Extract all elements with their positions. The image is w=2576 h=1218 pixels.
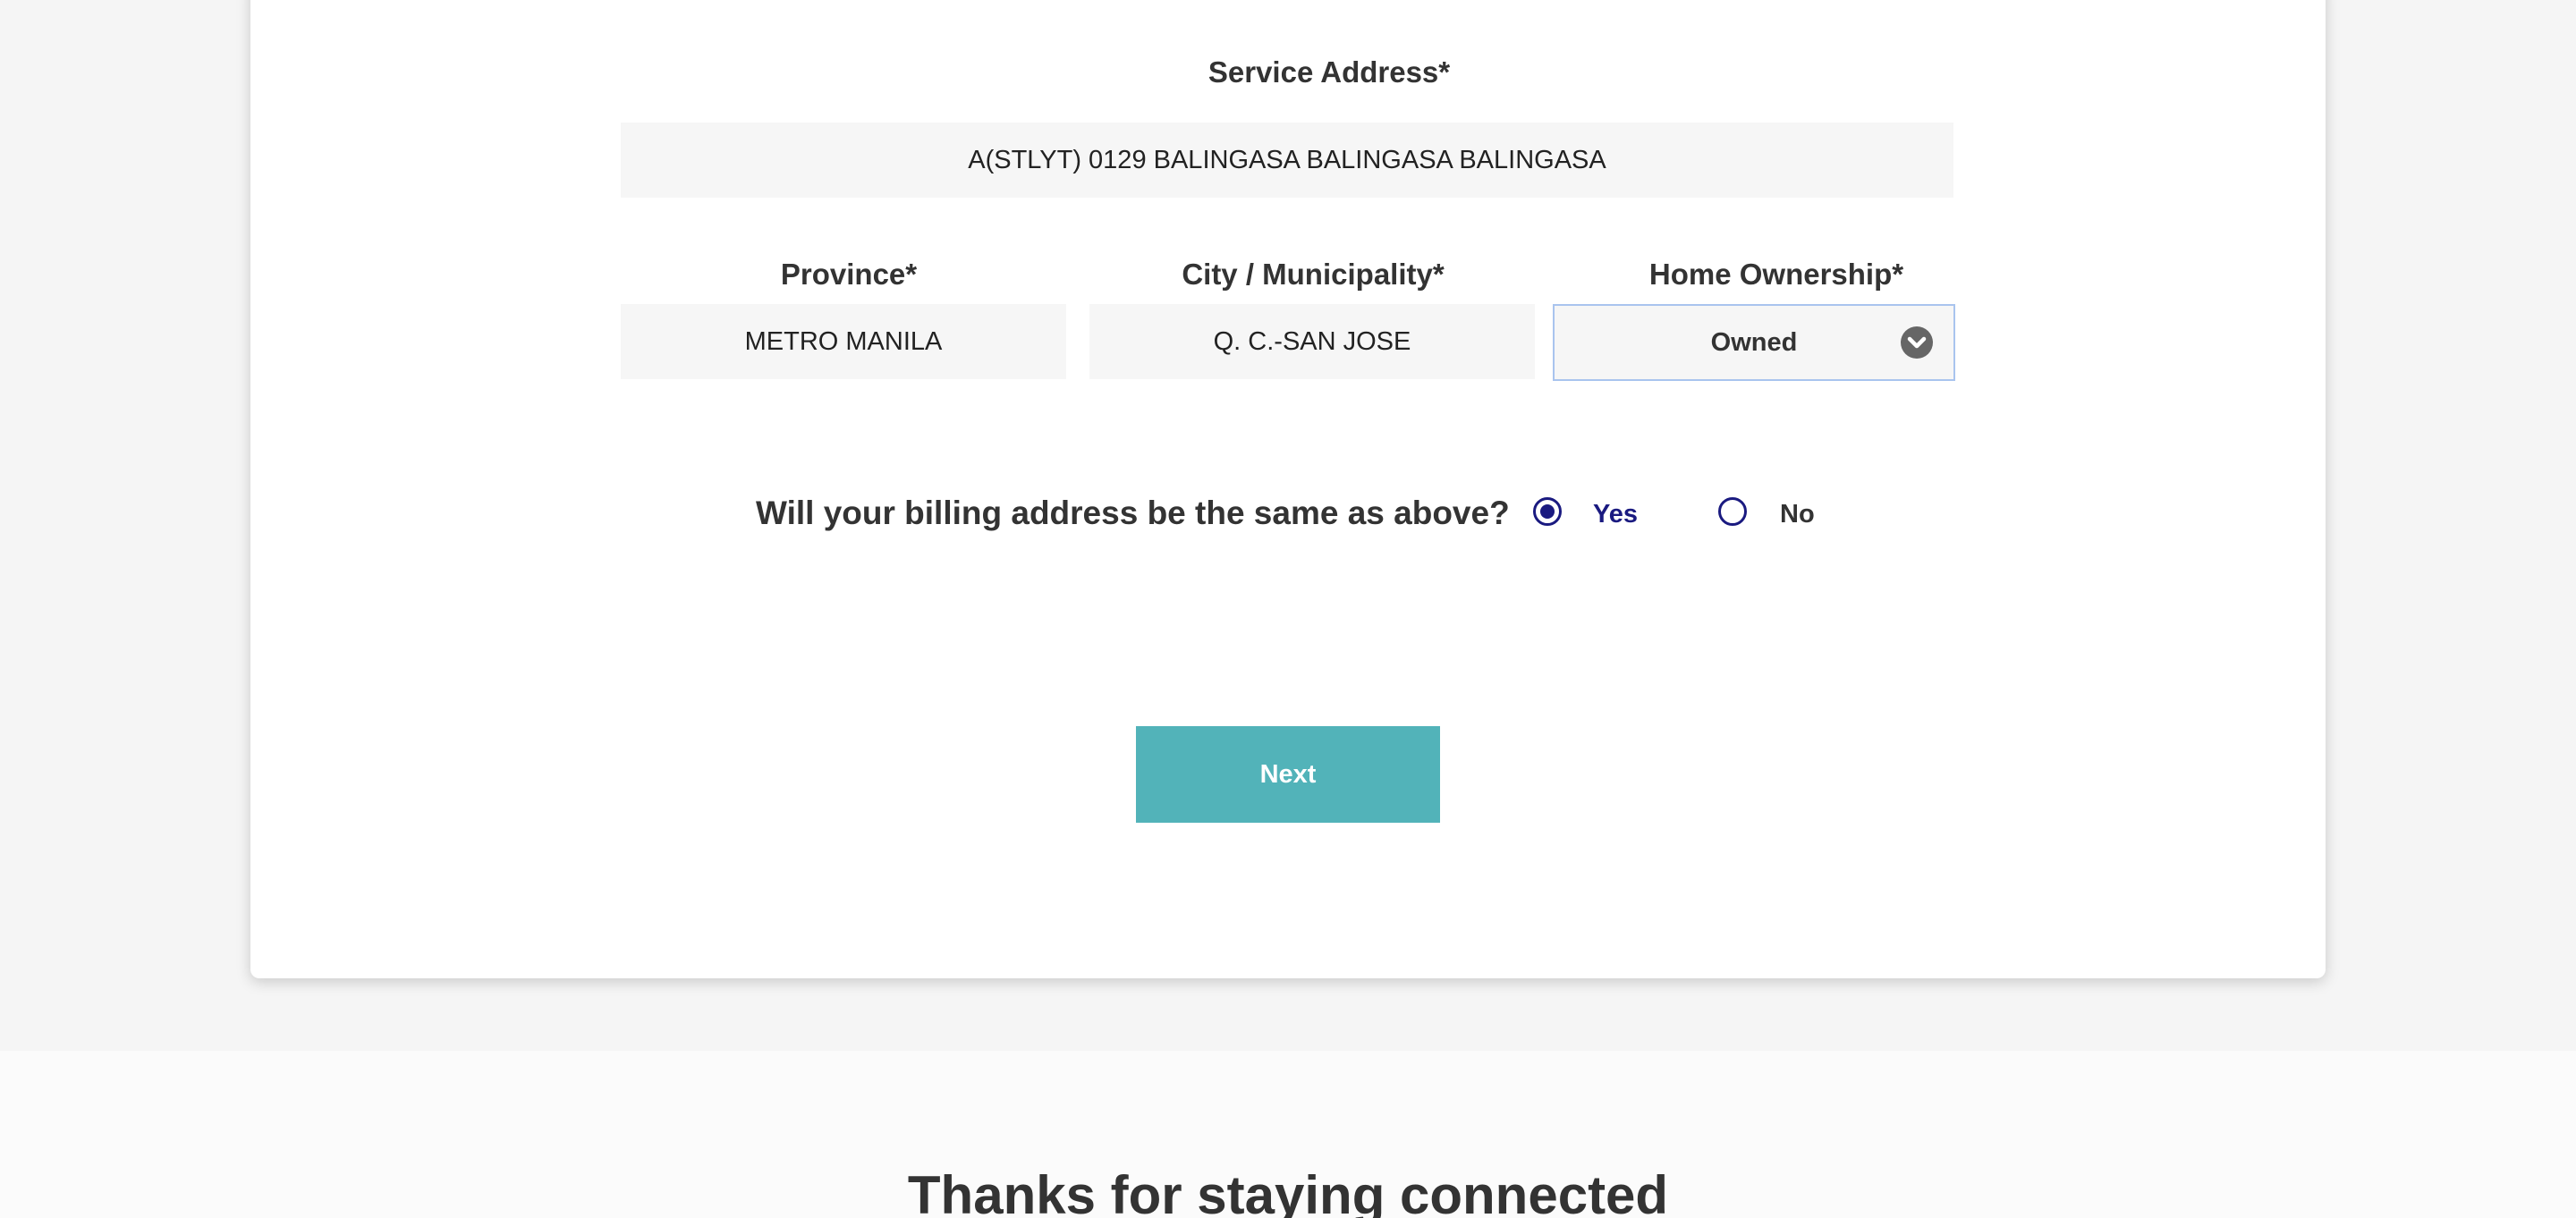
billing-question: Will your billing address be the same as…: [756, 495, 1510, 531]
radio-selected-dot: [1540, 504, 1555, 519]
city-label: City / Municipality*: [1182, 258, 1445, 291]
next-button[interactable]: Next: [1136, 726, 1440, 823]
form-card: Service Address* A(STLYT) 0129 BALINGASA…: [250, 0, 2326, 978]
service-address-label: Service Address*: [1208, 55, 1451, 89]
billing-yes-radio[interactable]: [1533, 497, 1562, 526]
home-ownership-select[interactable]: Owned: [1553, 304, 1955, 381]
footer-title: Thanks for staying connected: [907, 1165, 1669, 1218]
footer-section: Thanks for staying connected: [0, 1051, 2576, 1218]
billing-no-label[interactable]: No: [1780, 500, 1815, 529]
province-label: Province*: [780, 258, 918, 291]
service-address-field[interactable]: A(STLYT) 0129 BALINGASA BALINGASA BALING…: [621, 123, 1953, 198]
city-field[interactable]: Q. C.-SAN JOSE: [1089, 304, 1535, 379]
billing-no-radio[interactable]: [1718, 497, 1747, 526]
chevron-down-icon[interactable]: [1900, 326, 1934, 359]
billing-yes-label[interactable]: Yes: [1593, 500, 1638, 529]
province-field[interactable]: METRO MANILA: [621, 304, 1066, 379]
home-ownership-label: Home Ownership*: [1648, 258, 1904, 291]
home-ownership-value: Owned: [1710, 327, 1798, 357]
